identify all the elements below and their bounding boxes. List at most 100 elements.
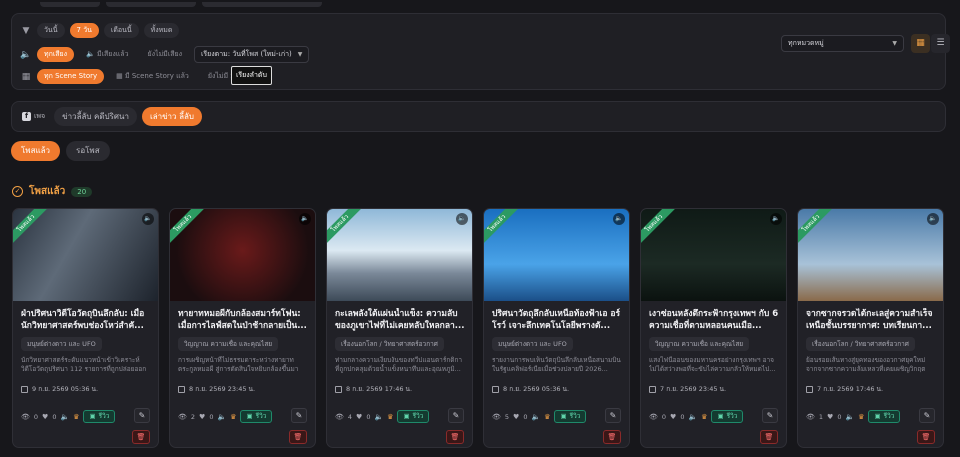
edit-button[interactable]: ✎ [134,408,150,423]
review-button[interactable]: ▣ รีวิว [83,410,116,423]
delete-button[interactable]: 🗑 [446,430,464,444]
edit-button[interactable]: ✎ [291,408,307,423]
heart-icon: ♥ [513,412,520,421]
post-date: 7 ก.ย. 2569 23:45 น. [649,384,786,394]
post-card[interactable]: โพสแล้ว 🔈 เงาซ่อนหลังตึกระฟ้ากรุงเทพฯ กั… [640,208,787,448]
delete-button[interactable]: 🗑 [603,430,621,444]
post-date-text: 8 ก.ย. 2569 23:45 น. [189,385,256,393]
post-description: แสงไฟนีออนของมหานครอย่างกรุงเทพฯ อาจไม่ไ… [649,356,776,373]
scene-pill-has[interactable]: ▦ มี Scene Story แล้ว [109,69,196,84]
time-pill-all[interactable]: ทั้งหมด [143,23,180,38]
post-card[interactable]: โพสแล้ว 🔈 กะเลพลังใต้แผ่นน้ำแข็ง: ความลั… [326,208,473,448]
volume-icon: 🔈 [20,49,32,60]
like-count: 0 [366,412,371,421]
post-thumbnail: โพสแล้ว 🔈 [484,209,629,301]
volume-icon[interactable]: 🔈 [299,213,311,225]
post-title[interactable]: เงาซ่อนหลังตึกระฟ้ากรุงเทพฯ กับ 6 ความเช… [649,308,779,332]
film-icon: ▦ [21,71,31,82]
review-button[interactable]: ▣ รีวิว [397,410,430,423]
review-button[interactable]: ▣ รีวิว [240,410,273,423]
tab-posted[interactable]: โพสแล้ว [11,141,61,161]
edit-button[interactable]: ✎ [448,408,464,423]
post-title[interactable]: ปริศนาวัตถุลึกลับเหนือท้องฟ้าเอ อร์โรว์ … [492,308,622,332]
tab-pending[interactable]: รอโพส [66,141,110,161]
edit-button[interactable]: ✎ [605,408,621,423]
calendar-icon [335,385,342,393]
edit-button[interactable]: ✎ [762,408,778,423]
posted-ribbon: โพสแล้ว [641,209,677,247]
check-circle-icon: ✓ [12,186,23,197]
page-pill-0[interactable]: ข่าวลี้ลับ คดีปริศนา [54,107,137,126]
card-grid: โพสแล้ว 🔈 ฝ่าปริศนาวิดีโอวัตถุบินลึกลับ:… [12,208,944,448]
filter-panel: ▼ วันนี้ 7 วัน เดือนนี้ ทั้งหมด 🔈 ทุกเสี… [11,13,950,90]
sound-pill-has[interactable]: 🔈 มีเสียงแล้ว [79,47,135,62]
page-pill-1[interactable]: เล่าข่าว ลี้ลับ [141,107,202,126]
volume-icon[interactable]: 🔈 [927,213,939,225]
volume-icon[interactable]: 🔈 [770,213,782,225]
volume-icon[interactable]: 🔈 [613,213,625,225]
post-thumbnail: โพสแล้ว 🔈 [327,209,472,301]
post-card[interactable]: โพสแล้ว 🔈 จากซากจรวดได้กะเลสู่ความสำเร็จ… [797,208,944,448]
post-title[interactable]: จากซากจรวดได้กะเลสู่ความสำเร็จเหนือชั้นบ… [806,308,936,332]
review-button[interactable]: ▣ รีวิว [711,410,744,423]
heart-icon: ♥ [827,412,834,421]
post-card[interactable]: โพสแล้ว 🔈 ทายาทหมอผีกับกล้องสมาร์ทโฟน: เ… [169,208,316,448]
fb-page-label: f เพจ [22,111,45,122]
post-card[interactable]: โพสแล้ว 🔈 ฝ่าปริศนาวิดีโอวัตถุบินลึกลับ:… [12,208,159,448]
edit-button[interactable]: ✎ [919,408,935,423]
sound-pill-has-label: มีเสียงแล้ว [97,50,129,58]
sort-tooltip: เรียงลำดับ [231,66,272,85]
sound-pill-all[interactable]: ทุกเสียง [37,47,75,62]
category-select[interactable]: ทุกหมวดหมู่ ▼ [781,35,904,52]
view-count: 0 [33,412,39,421]
delete-button[interactable]: 🗑 [760,430,778,444]
sort-select-value: เรียงตาม: วันที่โพส (ใหม่-เก่า) [200,50,292,58]
like-count: 0 [209,412,214,421]
review-button[interactable]: ▣ รีวิว [868,410,901,423]
post-date: 8 ก.ย. 2569 23:45 น. [178,384,315,394]
category-tag: เรื่องนอกโลก / วิทยาศาสตร์อวกาศ [335,337,444,351]
grid-view-button[interactable]: ▦ [911,34,930,53]
time-filter-row: ▼ วันนี้ 7 วัน เดือนนี้ ทั้งหมด [20,23,180,38]
post-title[interactable]: ทายาทหมอผีกับกล้องสมาร์ทโฟน: เมื่อการไลฟ… [178,308,308,332]
volume-icon[interactable]: 🔈 [456,213,468,225]
review-icon: ▣ [246,412,253,420]
review-icon: ▣ [403,412,410,420]
sort-select[interactable]: เรียงตาม: วันที่โพส (ใหม่-เก่า) ▼ [193,46,310,63]
delete-button[interactable]: 🗑 [917,430,935,444]
fb-page-text: เพจ [34,112,46,120]
crown-icon: ♛ [701,412,708,421]
posted-ribbon: โพสแล้ว [798,209,834,247]
category-tag: เรื่องนอกโลก / วิทยาศาสตร์อวกาศ [806,337,915,351]
time-pill-month[interactable]: เดือนนี้ [103,23,139,38]
volume-icon: 🔈 [531,412,541,421]
time-pill-today[interactable]: วันนี้ [37,23,65,38]
list-view-button[interactable]: ☰ [931,34,950,53]
scene-pill-all[interactable]: ทุก Scene Story [37,69,105,84]
volume-icon: 🔈 [217,412,227,421]
posted-ribbon: โพสแล้ว [327,209,363,247]
view-count: 2 [190,412,196,421]
post-thumbnail: โพสแล้ว 🔈 [170,209,315,301]
volume-icon: 🔈 [688,412,698,421]
chevron-down-icon: ▼ [297,51,303,58]
post-title[interactable]: กะเลพลังใต้แผ่นน้ำแข็ง: ความลับของภูเขาไ… [335,308,465,332]
delete-button[interactable]: 🗑 [132,430,150,444]
heart-icon: ♥ [670,412,677,421]
sound-pill-none[interactable]: ยังไม่มีเสียง [141,47,189,62]
review-label: รีวิว [569,412,581,420]
crown-icon: ♛ [858,412,865,421]
review-button[interactable]: ▣ รีวิว [554,410,587,423]
post-date-text: 9 ก.ย. 2569 05:36 น. [32,385,99,393]
post-title[interactable]: ฝ่าปริศนาวิดีโอวัตถุบินลึกลับ: เมื่อนักว… [21,308,151,332]
delete-button[interactable]: 🗑 [289,430,307,444]
post-date-text: 8 ก.ย. 2569 17:46 น. [346,385,413,393]
eye-icon: 👁 [649,412,658,421]
review-label: รีวิว [412,412,424,420]
category-tag: มนุษย์ต่างดาว และ UFO [492,337,573,351]
scene-pill-has-label: มี Scene Story แล้ว [124,72,189,80]
post-card[interactable]: โพสแล้ว 🔈 ปริศนาวัตถุลึกลับเหนือท้องฟ้าเ… [483,208,630,448]
category-tag: วิญญาณ ความเชื่อ และคุณไสย [649,337,750,351]
volume-icon[interactable]: 🔈 [142,213,154,225]
time-pill-7days[interactable]: 7 วัน [69,23,99,38]
